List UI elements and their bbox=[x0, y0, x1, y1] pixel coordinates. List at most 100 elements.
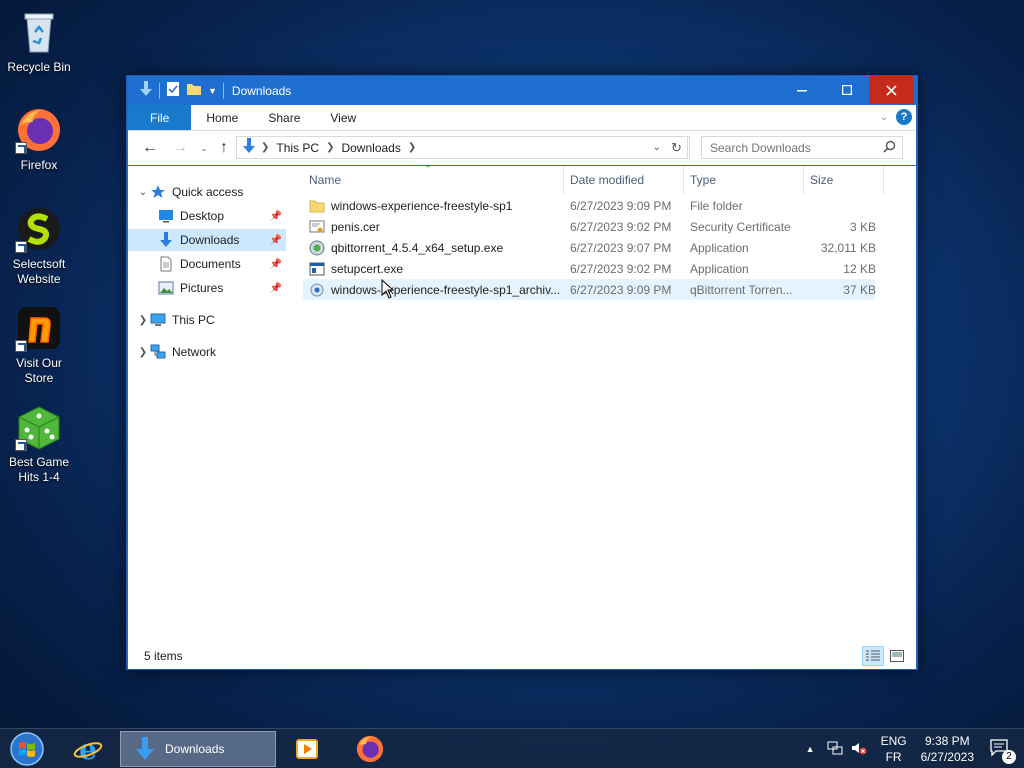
expand-ribbon-icon[interactable]: ⌄ bbox=[880, 112, 888, 123]
nav-item-documents[interactable]: Documents 📌 bbox=[158, 253, 286, 275]
nav-item-label: Desktop bbox=[180, 209, 225, 223]
certificate-icon bbox=[309, 219, 325, 235]
file-date: 6/27/2023 9:09 PM bbox=[570, 198, 672, 213]
collapsed-caret-icon[interactable]: ❯ bbox=[136, 347, 150, 358]
nav-item-network[interactable]: ❯ Network bbox=[136, 341, 286, 363]
taskbar-internet-explorer[interactable]: e bbox=[68, 731, 108, 767]
pictures-icon bbox=[158, 280, 174, 296]
details-view-icon bbox=[866, 650, 880, 661]
documents-icon bbox=[158, 256, 174, 272]
torrent-icon bbox=[309, 282, 325, 298]
details-view-button[interactable] bbox=[862, 646, 884, 666]
breadcrumb-separator[interactable]: ❯ bbox=[322, 142, 338, 153]
nav-quick-access[interactable]: ⌄ Quick access bbox=[136, 181, 286, 203]
store-icon bbox=[15, 304, 63, 352]
desktop-icon-best-game-hits[interactable]: Best Game Hits 1-4 bbox=[1, 403, 77, 485]
downloads-location-icon bbox=[241, 138, 257, 157]
start-button[interactable] bbox=[8, 731, 46, 767]
language-indicator[interactable]: ENG FR bbox=[881, 733, 907, 765]
file-type: Application bbox=[690, 261, 749, 276]
taskbar-media-player[interactable] bbox=[287, 731, 327, 767]
taskbar: e Downloads ▲ ENG FR 9:38 PM 6/27/2023 2 bbox=[0, 728, 1024, 768]
search-box[interactable] bbox=[701, 136, 903, 159]
nav-item-pictures[interactable]: Pictures 📌 bbox=[158, 277, 286, 299]
forward-button[interactable]: → bbox=[168, 136, 192, 160]
desktop-icon-visit-store[interactable]: Visit Our Store bbox=[1, 304, 77, 386]
breadcrumb-downloads[interactable]: Downloads bbox=[338, 141, 403, 155]
tab-file[interactable]: File bbox=[128, 105, 192, 130]
pin-icon[interactable]: 📌 bbox=[270, 259, 282, 270]
action-center-icon[interactable]: 2 bbox=[990, 738, 1016, 764]
file-date: 6/27/2023 9:07 PM bbox=[570, 240, 672, 255]
nav-item-desktop[interactable]: Desktop 📌 bbox=[158, 205, 286, 227]
column-header-name[interactable]: Name bbox=[309, 166, 559, 194]
downloads-icon bbox=[158, 232, 174, 248]
mouse-cursor-icon bbox=[381, 278, 395, 302]
maximize-button[interactable] bbox=[824, 76, 869, 104]
dice-icon bbox=[15, 403, 63, 451]
file-date: 6/27/2023 9:02 PM bbox=[570, 261, 672, 276]
taskbar-firefox[interactable] bbox=[350, 731, 390, 767]
tab-view[interactable]: View bbox=[315, 105, 371, 130]
network-status-icon[interactable] bbox=[827, 741, 843, 758]
file-date: 6/27/2023 9:09 PM bbox=[570, 282, 672, 297]
clock-time: 9:38 PM bbox=[924, 734, 970, 748]
search-input[interactable] bbox=[710, 140, 880, 155]
file-row[interactable]: penis.cer 6/27/2023 9:02 PM Security Cer… bbox=[303, 216, 876, 237]
collapsed-caret-icon[interactable]: ❯ bbox=[136, 315, 150, 326]
computer-icon bbox=[150, 312, 166, 328]
show-hidden-icons-icon[interactable]: ▲ bbox=[806, 744, 815, 754]
pin-icon[interactable]: 📌 bbox=[270, 211, 282, 222]
chevron-down-icon[interactable]: ▼ bbox=[208, 86, 217, 96]
breadcrumb-this-pc[interactable]: This PC bbox=[273, 141, 322, 155]
tab-home[interactable]: Home bbox=[191, 105, 253, 130]
nav-network-label: Network bbox=[172, 345, 217, 359]
nav-item-downloads[interactable]: Downloads 📌 bbox=[128, 229, 286, 251]
address-dropdown-icon[interactable]: ⌄ bbox=[653, 142, 661, 153]
large-icons-view-button[interactable] bbox=[886, 646, 908, 666]
address-bar[interactable]: ❯ This PC ❯ Downloads ❯ ⌄ bbox=[236, 136, 690, 159]
tab-share[interactable]: Share bbox=[253, 105, 315, 130]
desktop-icon-recycle-bin[interactable]: Recycle Bin bbox=[1, 8, 77, 75]
file-date: 6/27/2023 9:02 PM bbox=[570, 219, 672, 234]
taskbar-downloads-window[interactable]: Downloads bbox=[120, 731, 276, 767]
file-name: windows-experience-freestyle-sp1_archiv.… bbox=[331, 282, 561, 297]
star-icon bbox=[150, 184, 166, 200]
clock-date: 6/27/2023 bbox=[920, 750, 974, 764]
file-size: 3 KB bbox=[849, 219, 876, 234]
volume-muted-icon[interactable] bbox=[851, 741, 867, 758]
properties-icon[interactable] bbox=[166, 81, 180, 100]
file-row[interactable]: windows-experience-freestyle-sp1 6/27/20… bbox=[303, 195, 875, 216]
breadcrumb-separator[interactable]: ❯ bbox=[257, 142, 273, 153]
refresh-button[interactable]: ↻ bbox=[666, 136, 688, 159]
status-bar: 5 items bbox=[128, 643, 916, 669]
desktop-icon-selectsoft[interactable]: Selectsoft Website bbox=[1, 205, 77, 287]
desktop-icon-firefox[interactable]: Firefox bbox=[1, 106, 77, 173]
column-header-date[interactable]: Date modified bbox=[570, 166, 680, 194]
desktop-icon-label: Selectsoft Website bbox=[12, 257, 66, 286]
file-type: Security Certificate bbox=[690, 219, 791, 234]
nav-item-this-pc[interactable]: ❯ This PC bbox=[136, 309, 286, 331]
recycle-bin-icon bbox=[15, 8, 63, 56]
column-header-size[interactable]: Size bbox=[810, 166, 880, 194]
downloads-arrow-icon bbox=[136, 737, 154, 760]
expanded-caret-icon[interactable]: ⌄ bbox=[136, 187, 150, 198]
file-row[interactable]: qbittorrent_4.5.4_x64_setup.exe 6/27/202… bbox=[303, 237, 876, 258]
clock[interactable]: 9:38 PM 6/27/2023 bbox=[921, 733, 974, 765]
nav-item-label: Pictures bbox=[180, 281, 224, 295]
column-header-type[interactable]: Type bbox=[690, 166, 800, 194]
file-type: qBittorrent Torren... bbox=[690, 282, 793, 297]
title-bar[interactable]: ▼ Downloads bbox=[127, 76, 917, 105]
file-row[interactable]: setupcert.exe 6/27/2023 9:02 PM Applicat… bbox=[303, 258, 876, 279]
close-button[interactable] bbox=[869, 76, 914, 104]
minimize-button[interactable] bbox=[779, 76, 824, 104]
file-name: penis.cer bbox=[331, 219, 380, 234]
pin-icon[interactable]: 📌 bbox=[270, 235, 282, 246]
breadcrumb-separator[interactable]: ❯ bbox=[404, 142, 420, 153]
new-folder-icon[interactable] bbox=[186, 81, 202, 100]
help-icon[interactable]: ? bbox=[896, 109, 912, 125]
pin-icon[interactable]: 📌 bbox=[270, 283, 282, 294]
back-button[interactable]: ← bbox=[138, 136, 162, 160]
up-button[interactable]: ↑ bbox=[212, 136, 236, 160]
folder-icon bbox=[309, 198, 325, 214]
